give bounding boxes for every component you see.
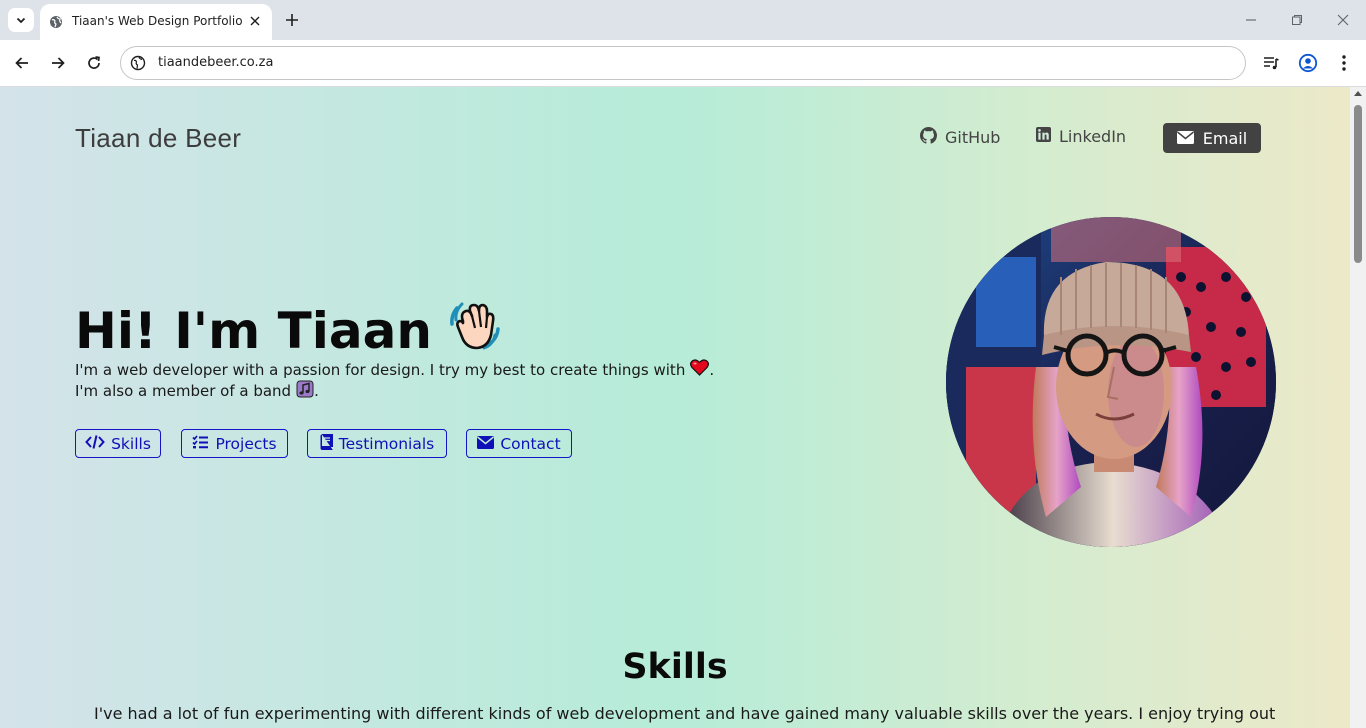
github-label: GitHub <box>945 128 1001 147</box>
tab-strip: Tiaan's Web Design Portfolio <box>0 0 1366 40</box>
hero-intro-line-1: I'm a web developer with a passion for d… <box>75 359 714 380</box>
minimize-icon[interactable] <box>1240 10 1262 30</box>
skills-button[interactable]: Skills <box>75 429 161 458</box>
contact-button-label: Contact <box>500 434 561 453</box>
envelope-icon <box>1176 129 1194 148</box>
nav-github-link[interactable]: GitHub <box>920 127 1000 148</box>
profile-icon[interactable] <box>1296 51 1320 75</box>
contact-button[interactable]: Contact <box>466 429 572 458</box>
skills-heading: Skills <box>622 647 728 687</box>
hero-title-text: Hi! I'm Tiaan <box>75 302 432 360</box>
close-window-icon[interactable] <box>1332 10 1354 30</box>
media-icon[interactable] <box>1259 51 1283 75</box>
projects-button-label: Projects <box>215 434 277 453</box>
tab-search-icon[interactable] <box>8 8 34 32</box>
nav-linkedin-link[interactable]: LinkedIn <box>1036 127 1126 146</box>
testimonials-button[interactable]: Testimonials <box>307 429 447 458</box>
hero-heading: Hi! I'm Tiaan <box>75 297 502 365</box>
code-icon <box>85 434 105 453</box>
scroll-thumb[interactable] <box>1354 105 1362 263</box>
projects-button[interactable]: Projects <box>181 429 288 458</box>
testimonials-button-label: Testimonials <box>338 434 435 453</box>
heart-emoji <box>690 359 710 380</box>
address-bar[interactable]: tiaandebeer.co.za <box>120 46 1246 80</box>
site-brand[interactable]: Tiaan de Beer <box>75 123 241 154</box>
github-icon <box>920 127 937 148</box>
skills-button-label: Skills <box>111 434 151 453</box>
book-icon <box>320 433 333 454</box>
site-info-icon[interactable] <box>130 55 146 71</box>
page-scrollbar[interactable] <box>1350 87 1366 728</box>
page-viewport: Tiaan de Beer GitHub LinkedIn Email Hi! … <box>0 87 1350 728</box>
skills-description: I've had a lot of fun experimenting with… <box>94 704 1276 723</box>
browser-toolbar: tiaandebeer.co.za <box>0 40 1366 87</box>
globe-icon <box>49 14 63 28</box>
scroll-up-arrow-icon[interactable] <box>1354 91 1362 96</box>
envelope-icon <box>477 435 495 453</box>
restore-icon[interactable] <box>1286 10 1308 30</box>
forward-icon[interactable] <box>46 51 70 75</box>
hero-line2-text: I'm also a member of a band <box>75 382 292 400</box>
hero-intro-line-2: I'm also a member of a band . <box>75 380 319 402</box>
email-label: Email <box>1202 128 1248 148</box>
menu-icon[interactable] <box>1332 51 1356 75</box>
reload-icon[interactable] <box>82 51 106 75</box>
hero-line2-end: . <box>314 382 319 400</box>
url-text: tiaandebeer.co.za <box>158 55 274 70</box>
linkedin-label: LinkedIn <box>1059 127 1127 146</box>
tab-title: Tiaan's Web Design Portfolio <box>72 14 243 28</box>
music-notes-emoji <box>296 380 314 402</box>
plus-icon[interactable] <box>282 10 302 30</box>
tasks-icon <box>192 434 209 453</box>
hero-line1-text: I'm a web developer with a passion for d… <box>75 360 686 379</box>
waving-hand-emoji <box>446 297 502 365</box>
browser-tab[interactable]: Tiaan's Web Design Portfolio <box>40 4 272 40</box>
back-icon[interactable] <box>10 51 34 75</box>
close-icon[interactable] <box>246 12 264 30</box>
linkedin-icon <box>1036 127 1051 146</box>
profile-photo <box>946 217 1276 547</box>
email-button[interactable]: Email <box>1163 123 1261 153</box>
hero-line1-end: . <box>709 360 715 379</box>
